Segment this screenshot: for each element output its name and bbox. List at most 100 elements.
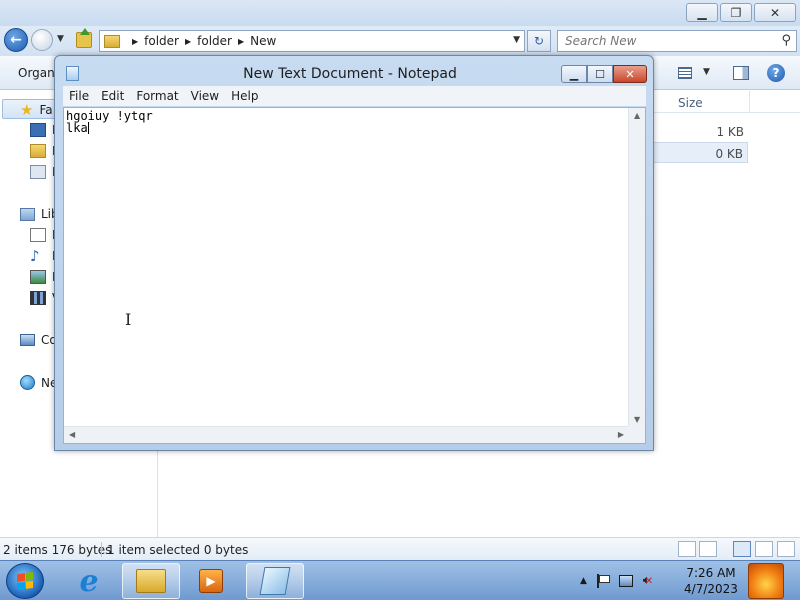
music-icon: ♪: [30, 247, 40, 265]
file-row[interactable]: 1 KB: [652, 121, 748, 142]
preview-pane-icon[interactable]: [733, 66, 749, 80]
explorer-titlebar: ▁ ❐ ✕: [0, 0, 800, 26]
taskbar-windows-explorer[interactable]: [122, 563, 180, 599]
text-editor[interactable]: hgoiuy !ytqr lka ▲ ▼ ◀ ▶: [63, 107, 646, 444]
up-folder-icon[interactable]: [76, 28, 92, 48]
organize-menu[interactable]: Organi: [18, 66, 58, 80]
menu-file[interactable]: File: [63, 89, 95, 103]
layout-view-button[interactable]: [733, 541, 751, 557]
scroll-up-icon[interactable]: ▲: [634, 111, 640, 120]
folder-icon: [104, 34, 120, 48]
file-row-selected[interactable]: 0 KB: [652, 142, 748, 163]
restore-icon: ❐: [730, 5, 742, 20]
minimize-button[interactable]: ▁: [686, 3, 718, 22]
notepad-icon: [259, 567, 291, 595]
breadcrumb-arrow-icon[interactable]: ▶: [185, 37, 191, 46]
refresh-icon: ↻: [533, 34, 545, 48]
scroll-left-icon[interactable]: ◀: [69, 430, 75, 439]
vertical-scrollbar[interactable]: ▲ ▼: [628, 108, 645, 427]
change-view-icon[interactable]: [678, 67, 692, 79]
status-bar: 2 items 176 bytes 1 item selected 0 byte…: [0, 537, 800, 560]
column-separator[interactable]: [749, 91, 750, 113]
details-view-button[interactable]: [678, 541, 696, 557]
star-icon: ★: [20, 101, 34, 119]
close-icon: ✕: [769, 5, 781, 20]
column-header-size[interactable]: Size: [678, 96, 703, 110]
system-tray: ▲ 🔈︎✕: [580, 573, 653, 588]
search-input[interactable]: [558, 31, 774, 51]
clock-date: 4/7/2023: [684, 582, 738, 596]
refresh-button[interactable]: ↻: [527, 30, 551, 52]
volume-muted-icon[interactable]: 🔈︎✕: [643, 573, 653, 588]
details-pane-view-button[interactable]: [777, 541, 795, 557]
menu-edit[interactable]: Edit: [95, 89, 130, 103]
address-bar[interactable]: ▶ folder ▶ folder ▶ New ▼: [99, 30, 525, 52]
scroll-right-icon[interactable]: ▶: [618, 430, 624, 439]
computer-icon: [20, 334, 35, 346]
taskbar-notepad[interactable]: [246, 563, 304, 599]
explorer-caption-buttons: ▁ ❐ ✕: [686, 3, 796, 22]
close-icon: ✕: [625, 67, 635, 81]
text-line: lka: [66, 121, 88, 135]
start-button[interactable]: [6, 563, 44, 599]
address-dropdown-icon[interactable]: ▼: [513, 35, 520, 45]
views-dropdown-icon[interactable]: ▼: [703, 67, 710, 77]
back-button[interactable]: ←: [4, 28, 28, 52]
nav-item-computer[interactable]: Co: [20, 333, 57, 347]
folder-icon: [136, 569, 166, 593]
restore-button[interactable]: ❐: [720, 3, 752, 22]
media-player-icon: ▶: [199, 569, 223, 593]
show-hidden-icons-icon[interactable]: ▲: [580, 576, 587, 586]
large-icons-view-button[interactable]: [699, 541, 717, 557]
forward-button[interactable]: [31, 29, 53, 51]
taskbar-internet-explorer[interactable]: e: [60, 563, 118, 599]
status-item-count: 2 items 176 bytes: [3, 543, 112, 557]
maximize-button[interactable]: ☐: [587, 65, 613, 83]
preview-view-button[interactable]: [755, 541, 773, 557]
scroll-down-icon[interactable]: ▼: [634, 415, 640, 424]
menu-help[interactable]: Help: [225, 89, 264, 103]
horizontal-scrollbar[interactable]: ◀ ▶: [64, 426, 629, 443]
status-selection: 1 item selected 0 bytes: [107, 543, 249, 557]
column-header: Size: [652, 91, 800, 113]
search-box[interactable]: ⚲: [557, 30, 797, 52]
close-button[interactable]: ✕: [613, 65, 647, 83]
file-size: 0 KB: [715, 147, 743, 161]
nav-item-libraries[interactable]: Lib: [20, 207, 59, 221]
menu-format[interactable]: Format: [130, 89, 184, 103]
size-grip[interactable]: [628, 426, 645, 443]
network-icon: [20, 375, 35, 390]
menu-view[interactable]: View: [185, 89, 225, 103]
notepad-caption-buttons: ▁ ☐ ✕: [561, 65, 647, 83]
minimize-icon: ▁: [569, 67, 579, 81]
show-desktop-button[interactable]: [748, 563, 784, 599]
search-icon[interactable]: ⚲: [781, 33, 791, 48]
menu-bar: File Edit Format View Help: [63, 86, 646, 106]
breadcrumb-arrow-icon[interactable]: ▶: [238, 37, 244, 46]
arrow-left-icon: ←: [10, 32, 22, 48]
documents-icon: [30, 228, 46, 242]
action-center-flag-icon[interactable]: [596, 573, 610, 588]
breadcrumb-arrow-icon[interactable]: ▶: [132, 37, 138, 46]
recent-pages-dropdown[interactable]: ▼: [57, 34, 64, 44]
ibeam-cursor-icon: I: [125, 310, 132, 329]
internet-explorer-icon: e: [79, 563, 99, 599]
notepad-window: New Text Document - Notepad ▁ ☐ ✕ File E…: [54, 55, 654, 451]
breadcrumb-item[interactable]: folder: [144, 34, 179, 48]
text-caret: [87, 122, 89, 134]
close-button[interactable]: ✕: [754, 3, 796, 22]
maximize-icon: ☐: [595, 67, 605, 81]
nav-item-favorites[interactable]: ★ Fa: [20, 101, 53, 119]
minimize-button[interactable]: ▁: [561, 65, 587, 83]
nav-item-network[interactable]: Ne: [20, 375, 57, 390]
breadcrumb-item[interactable]: New: [250, 34, 276, 48]
clock[interactable]: 7:26 AM 4/7/2023: [680, 565, 742, 597]
file-size: 1 KB: [716, 125, 744, 139]
taskbar-media-player[interactable]: ▶: [182, 563, 240, 599]
text-content[interactable]: hgoiuy !ytqr lka: [66, 110, 153, 134]
breadcrumb-item[interactable]: folder: [197, 34, 232, 48]
minimize-icon: ▁: [697, 5, 707, 20]
network-icon[interactable]: [618, 574, 633, 587]
videos-icon: [30, 291, 46, 305]
help-icon[interactable]: ?: [767, 64, 785, 82]
